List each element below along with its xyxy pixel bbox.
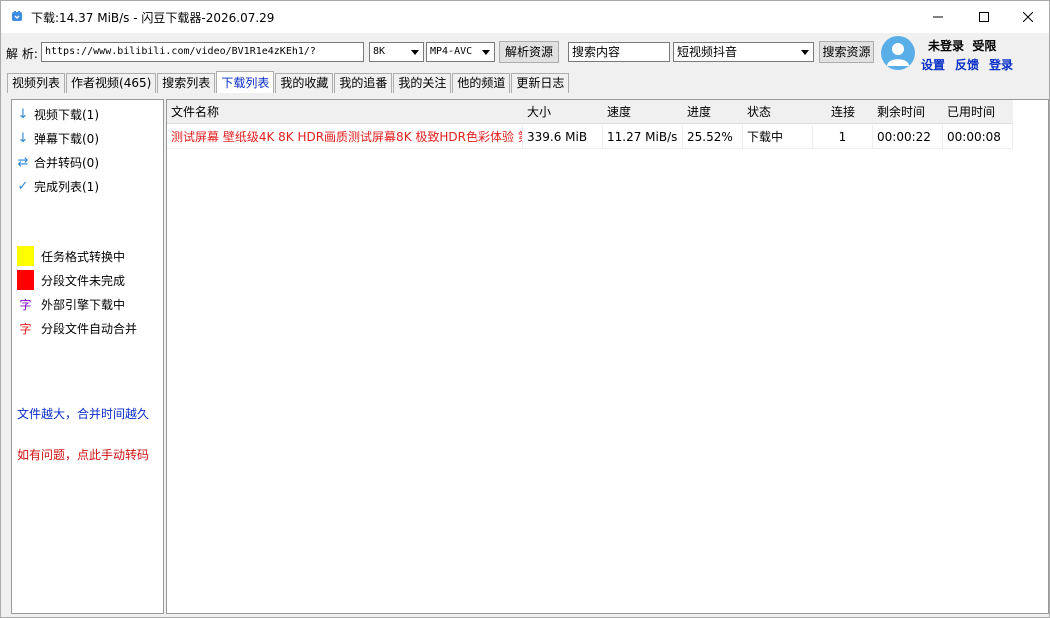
legend-incomplete: 分段文件未完成 <box>17 270 125 290</box>
window-title: 下载:14.37 MiB/s - 闪豆下载器-2026.07.29 <box>31 11 275 25</box>
chevron-down-icon <box>407 43 423 61</box>
arrow-down-icon: ↓ <box>17 107 29 122</box>
minimize-icon <box>933 16 943 18</box>
column-header-speed[interactable]: 速度 <box>603 100 683 124</box>
legend-label: 分段文件未完成 <box>41 273 126 288</box>
search-input[interactable]: 搜索内容 <box>568 42 670 62</box>
tab-bar: 视频列表 作者视频(465) 搜索列表 下载列表 我的收藏 我的追番 我的关注 … <box>7 71 570 93</box>
cell-elapsed: 00:00:08 <box>943 125 1013 149</box>
limit-status-text: 受限 <box>972 39 997 53</box>
codec-select[interactable]: MP4-AVC <box>426 42 495 62</box>
app-icon <box>11 10 23 23</box>
tab-my-series[interactable]: 我的追番 <box>334 73 393 93</box>
legend-label: 分段文件自动合并 <box>41 322 138 336</box>
tab-video-list[interactable]: 视频列表 <box>7 73 66 93</box>
cell-speed: 11.27 MiB/s <box>603 125 683 149</box>
login-link[interactable]: 登录 <box>989 58 1013 72</box>
minimize-button[interactable] <box>915 1 961 33</box>
column-header-remaining[interactable]: 剩余时间 <box>873 100 943 124</box>
column-header-name[interactable]: 文件名称 <box>167 100 523 124</box>
user-links: 设置 反馈 登录 <box>921 56 1023 73</box>
cell-connections: 1 <box>813 125 873 149</box>
legend-label: 外部引擎下载中 <box>41 298 126 312</box>
title-bar: 下载:14.37 MiB/s - 闪豆下载器-2026.07.29 <box>1 1 1049 33</box>
tab-my-follows[interactable]: 我的关注 <box>393 73 452 93</box>
column-header-connections[interactable]: 连接 <box>813 100 873 124</box>
column-header-elapsed[interactable]: 已用时间 <box>943 100 1013 124</box>
sidebar-item-label: 合并转码(0) <box>34 156 99 170</box>
column-header-progress[interactable]: 进度 <box>683 100 743 124</box>
table-row[interactable]: 测试屏幕 壁纸级4K 8K HDR画质测试屏幕8K 极致HDR色彩体验 第 33… <box>167 125 1013 149</box>
tab-changelog[interactable]: 更新日志 <box>511 73 570 93</box>
tab-author-videos[interactable]: 作者视频(465) <box>66 73 157 93</box>
platform-selected: 短视频抖音 <box>677 45 738 59</box>
feedback-link[interactable]: 反馈 <box>955 58 979 72</box>
app-window: 下载:14.37 MiB/s - 闪豆下载器-2026.07.29 解 析: h… <box>0 0 1050 618</box>
quality-selected: 8K <box>373 46 386 57</box>
close-button[interactable] <box>1005 1 1050 33</box>
tab-download-list[interactable]: 下载列表 <box>216 71 275 93</box>
legend-auto-merge: 字 分段文件自动合并 <box>17 320 137 337</box>
swap-icon: ⇄ <box>17 155 29 170</box>
purple-char-icon: 字 <box>19 298 32 312</box>
maximize-button[interactable] <box>961 1 1007 33</box>
merge-time-note: 文件越大，合并时间越久 <box>17 407 150 421</box>
chevron-down-icon <box>797 43 813 61</box>
user-icon <box>887 43 909 66</box>
checkmark-icon: ✓ <box>17 179 29 194</box>
cell-remaining: 00:00:22 <box>873 125 943 149</box>
parse-label: 解 析: <box>6 47 38 61</box>
arrow-down-icon: ↓ <box>17 131 29 146</box>
tab-their-channel[interactable]: 他的频道 <box>452 73 511 93</box>
sidebar-item-merge-transcode[interactable]: ⇄ 合并转码(0) <box>16 154 99 171</box>
sidebar-item-completed[interactable]: ✓ 完成列表(1) <box>16 178 99 195</box>
download-list: 文件名称 大小 速度 进度 状态 连接 剩余时间 已用时间 测试屏幕 壁纸级4K… <box>166 99 1049 614</box>
tab-my-favorites[interactable]: 我的收藏 <box>275 73 334 93</box>
login-status-text: 未登录 <box>928 39 965 53</box>
search-button[interactable]: 搜索资源 <box>819 41 874 63</box>
legend-label: 任务格式转换中 <box>41 249 126 264</box>
settings-link[interactable]: 设置 <box>921 58 945 72</box>
cell-status: 下载中 <box>743 125 813 149</box>
red-char-icon: 字 <box>19 322 32 336</box>
manual-transcode-link[interactable]: 如有问题，点此手动转码 <box>17 446 149 463</box>
sidebar-item-danmaku-download[interactable]: ↓ 弹幕下载(0) <box>16 130 99 147</box>
cell-size: 339.6 MiB <box>523 125 603 149</box>
tab-search-list[interactable]: 搜索列表 <box>157 73 216 93</box>
chevron-down-icon <box>478 43 494 61</box>
login-status: 未登录 受限 <box>928 37 996 54</box>
table-header: 文件名称 大小 速度 进度 状态 连接 剩余时间 已用时间 <box>167 100 1013 124</box>
yellow-swatch <box>17 246 34 266</box>
quality-select[interactable]: 8K <box>369 42 424 62</box>
sidebar-item-label: 完成列表(1) <box>34 180 99 194</box>
platform-select[interactable]: 短视频抖音 <box>673 42 814 62</box>
sidebar-item-label: 弹幕下载(0) <box>34 132 99 146</box>
url-input[interactable]: https://www.bilibili.com/video/BV1R1e4zK… <box>41 42 364 62</box>
column-header-size[interactable]: 大小 <box>523 100 603 124</box>
sidebar-item-video-download[interactable]: ↓ 视频下载(1) <box>16 106 99 123</box>
avatar[interactable] <box>881 36 915 70</box>
legend-converting: 任务格式转换中 <box>17 246 125 266</box>
close-icon <box>1023 12 1033 22</box>
sidebar: ↓ 视频下载(1) ↓ 弹幕下载(0) ⇄ 合并转码(0) ✓ 完成列表(1) … <box>11 99 164 614</box>
codec-selected: MP4-AVC <box>430 46 473 57</box>
red-swatch <box>17 270 34 290</box>
cell-filename: 测试屏幕 壁纸级4K 8K HDR画质测试屏幕8K 极致HDR色彩体验 第 <box>167 125 523 149</box>
parse-button[interactable]: 解析资源 <box>499 41 559 63</box>
legend-external-engine: 字 外部引擎下载中 <box>17 296 125 313</box>
column-header-status[interactable]: 状态 <box>743 100 813 124</box>
cell-progress: 25.52% <box>683 125 743 149</box>
sidebar-item-label: 视频下载(1) <box>34 108 99 122</box>
maximize-icon <box>979 12 989 22</box>
